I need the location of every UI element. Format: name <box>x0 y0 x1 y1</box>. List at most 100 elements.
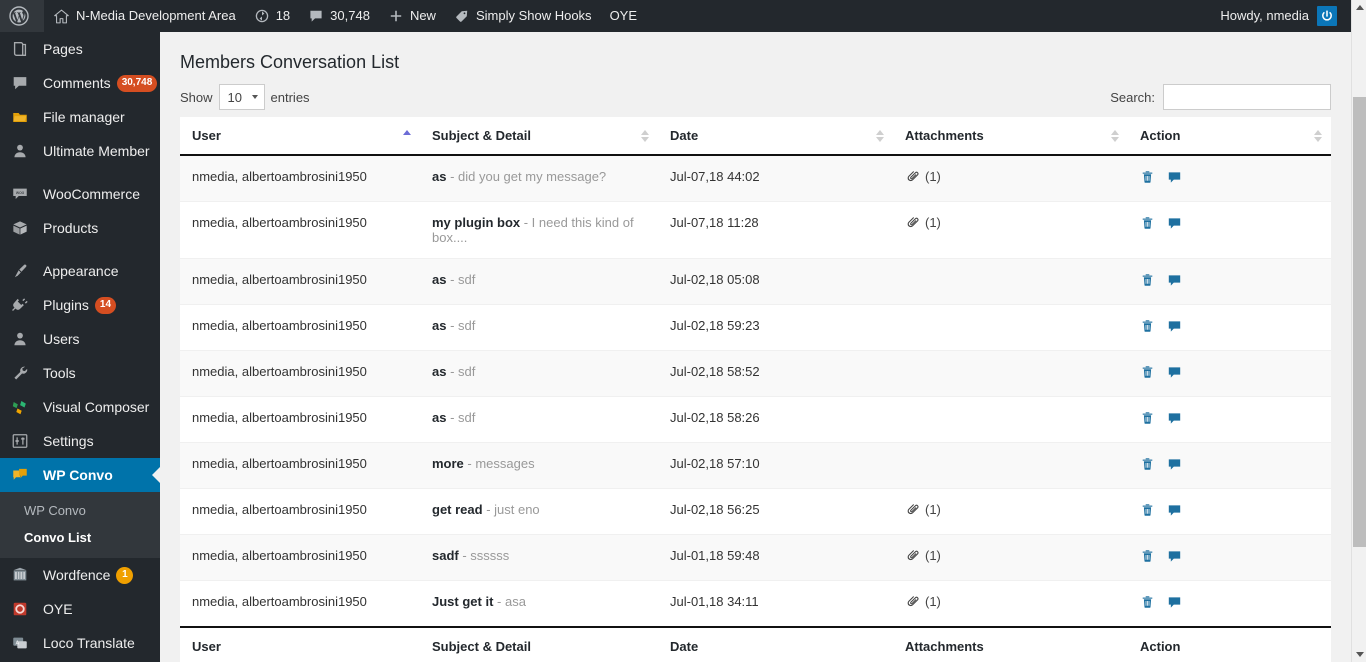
delete-conversation-button[interactable] <box>1140 548 1155 564</box>
attachment-link[interactable]: (1) <box>905 215 941 230</box>
wordfence-count-badge: 1 <box>116 567 133 584</box>
scrollbar-thumb[interactable] <box>1353 97 1366 547</box>
admin-sidebar: Pages Comments 30,748 File manager Ultim… <box>0 32 160 662</box>
sidebar-item-plugins[interactable]: Plugins 14 <box>0 288 160 322</box>
table-foot: User Subject & Detail Date Attachments A… <box>180 627 1331 662</box>
cell-attachments: (1) <box>893 202 1128 259</box>
delete-conversation-button[interactable] <box>1140 410 1155 426</box>
cell-action <box>1128 581 1331 628</box>
view-conversation-button[interactable] <box>1167 549 1182 564</box>
column-label: Date <box>670 128 698 143</box>
site-name-label: N-Media Development Area <box>76 0 236 32</box>
submenu-item-wp-convo[interactable]: WP Convo <box>0 497 160 524</box>
sidebar-item-file-manager[interactable]: File manager <box>0 100 160 134</box>
delete-conversation-button[interactable] <box>1140 364 1155 380</box>
view-conversation-button[interactable] <box>1167 365 1182 380</box>
view-conversation-button[interactable] <box>1167 411 1182 426</box>
wp-logo-menu[interactable] <box>0 0 44 32</box>
view-conversation-button[interactable] <box>1167 216 1182 231</box>
updates-menu[interactable]: 18 <box>245 0 299 32</box>
site-name-menu[interactable]: N-Media Development Area <box>44 0 245 32</box>
attachment-count: (1) <box>925 594 941 609</box>
sidebar-item-wp-convo[interactable]: WP Convo <box>0 458 160 492</box>
table-row[interactable]: nmedia, albertoambrosini1950Just get it … <box>180 581 1331 628</box>
simply-show-hooks-menu[interactable]: Simply Show Hooks <box>445 0 601 32</box>
attachment-link[interactable]: (1) <box>905 594 941 609</box>
page-length-select[interactable]: 10 <box>219 84 265 110</box>
plus-icon <box>388 8 404 24</box>
sidebar-item-oye[interactable]: OYE <box>0 592 160 626</box>
cell-subject: my plugin box - I need this kind of box.… <box>420 202 658 259</box>
table-row[interactable]: nmedia, albertoambrosini1950more - messa… <box>180 443 1331 489</box>
sidebar-item-label: Comments <box>43 76 111 90</box>
view-conversation-button[interactable] <box>1167 457 1182 472</box>
new-content-menu[interactable]: New <box>379 0 445 32</box>
table-row[interactable]: nmedia, albertoambrosini1950as - sdfJul-… <box>180 351 1331 397</box>
table-row[interactable]: nmedia, albertoambrosini1950as - sdfJul-… <box>180 397 1331 443</box>
sidebar-item-wordfence[interactable]: Wordfence 1 <box>0 558 160 592</box>
cell-date: Jul-02,18 58:52 <box>658 351 893 397</box>
delete-conversation-button[interactable] <box>1140 215 1155 231</box>
cell-action <box>1128 351 1331 397</box>
search-input[interactable] <box>1163 84 1331 110</box>
table-row[interactable]: nmedia, albertoambrosini1950sadf - sssss… <box>180 535 1331 581</box>
comments-menu[interactable]: 30,748 <box>299 0 379 32</box>
sidebar-item-label: File manager <box>43 110 125 124</box>
column-header-attachments[interactable]: Attachments <box>893 117 1128 155</box>
attachment-link[interactable]: (1) <box>905 169 941 184</box>
account-menu[interactable]: Howdy, nmedia <box>1210 0 1347 32</box>
column-header-subject[interactable]: Subject & Detail <box>420 117 658 155</box>
view-conversation-button[interactable] <box>1167 170 1182 185</box>
sidebar-item-loco-translate[interactable]: A Loco Translate <box>0 626 160 660</box>
sidebar-item-products[interactable]: Products <box>0 211 160 245</box>
paperclip-icon <box>905 548 920 563</box>
cell-subject: get read - just eno <box>420 489 658 535</box>
view-conversation-button[interactable] <box>1167 273 1182 288</box>
delete-conversation-button[interactable] <box>1140 169 1155 185</box>
submenu-item-convo-list[interactable]: Convo List <box>0 524 160 551</box>
delete-conversation-button[interactable] <box>1140 594 1155 610</box>
cell-user: nmedia, albertoambrosini1950 <box>180 155 420 202</box>
view-conversation-button[interactable] <box>1167 503 1182 518</box>
sidebar-item-pages[interactable]: Pages <box>0 32 160 66</box>
table-row[interactable]: nmedia, albertoambrosini1950as - sdfJul-… <box>180 305 1331 351</box>
sidebar-item-appearance[interactable]: Appearance <box>0 254 160 288</box>
conversation-table: User Subject & Detail Date Attachments <box>180 117 1331 662</box>
view-conversation-button[interactable] <box>1167 595 1182 610</box>
subject-snippet: - ssssss <box>459 548 510 563</box>
sidebar-item-woocommerce[interactable]: woo WooCommerce <box>0 177 160 211</box>
sidebar-item-visual-composer[interactable]: Visual Composer <box>0 390 160 424</box>
column-header-action[interactable]: Action <box>1128 117 1331 155</box>
scrollbar-down-arrow-icon[interactable] <box>1352 647 1366 662</box>
table-row[interactable]: nmedia, albertoambrosini1950get read - j… <box>180 489 1331 535</box>
delete-conversation-button[interactable] <box>1140 318 1155 334</box>
attachment-link[interactable]: (1) <box>905 502 941 517</box>
browser-scrollbar[interactable] <box>1351 0 1366 662</box>
table-row[interactable]: nmedia, albertoambrosini1950my plugin bo… <box>180 202 1331 259</box>
delete-conversation-button[interactable] <box>1140 272 1155 288</box>
view-conversation-button[interactable] <box>1167 319 1182 334</box>
paintbrush-icon <box>11 261 35 281</box>
table-row[interactable]: nmedia, albertoambrosini1950as - sdfJul-… <box>180 259 1331 305</box>
sidebar-item-users[interactable]: Users <box>0 322 160 356</box>
sidebar-item-comments[interactable]: Comments 30,748 <box>0 66 160 100</box>
cell-attachments: (1) <box>893 489 1128 535</box>
subject-snippet: - sdf <box>446 364 475 379</box>
column-header-user[interactable]: User <box>180 117 420 155</box>
sidebar-item-tools[interactable]: Tools <box>0 356 160 390</box>
sidebar-item-ultimate-member[interactable]: Ultimate Member <box>0 134 160 168</box>
oye-menu[interactable]: OYE <box>601 0 646 32</box>
column-header-date[interactable]: Date <box>658 117 893 155</box>
show-label: Show <box>180 90 213 105</box>
sidebar-item-settings[interactable]: Settings <box>0 424 160 458</box>
cell-user: nmedia, albertoambrosini1950 <box>180 259 420 305</box>
delete-conversation-button[interactable] <box>1140 456 1155 472</box>
attachment-link[interactable]: (1) <box>905 548 941 563</box>
delete-conversation-button[interactable] <box>1140 502 1155 518</box>
updates-icon <box>254 8 270 24</box>
scrollbar-up-arrow-icon[interactable] <box>1352 0 1366 15</box>
table-row[interactable]: nmedia, albertoambrosini1950as - did you… <box>180 155 1331 202</box>
svg-text:A: A <box>16 640 20 646</box>
search-label: Search: <box>1110 90 1155 105</box>
column-label: Subject & Detail <box>432 128 531 143</box>
